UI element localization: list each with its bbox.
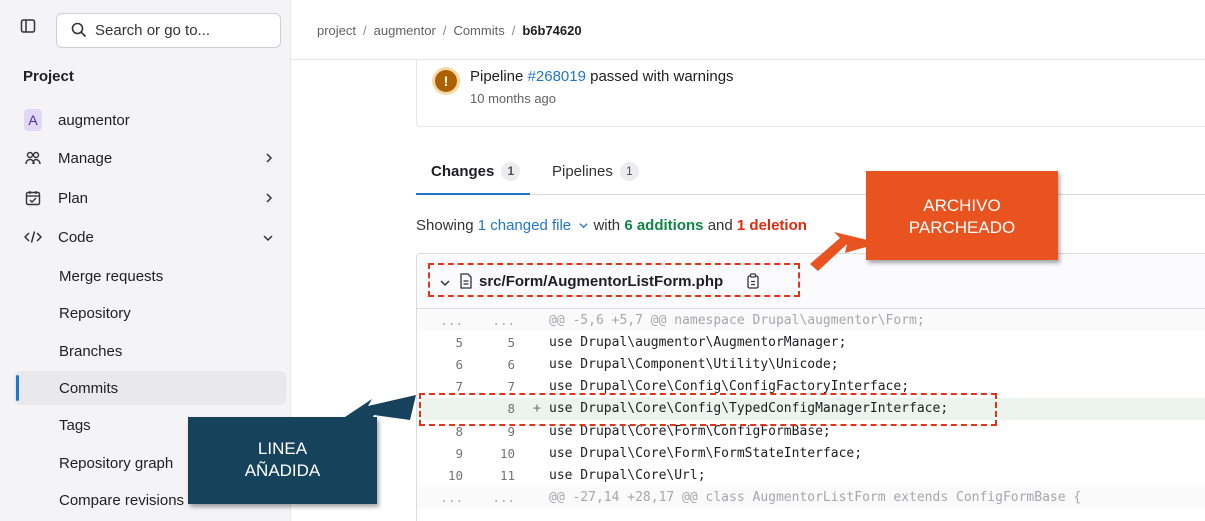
sidebar-item-branches[interactable]: Branches (14, 334, 286, 368)
pipeline-card: ! Pipeline #268019 passed with warnings … (416, 60, 1205, 127)
additions-count: 6 additions (624, 217, 704, 234)
sidebar-item-manage[interactable]: Manage (14, 141, 286, 175)
deletions-count: 1 deletion (736, 217, 807, 234)
breadcrumb-current: b6b74620 (522, 23, 582, 38)
section-title: Project (23, 68, 74, 85)
changes-count-badge: 1 (501, 162, 521, 181)
diff-summary: Showing 1 changed file with 6 additions … (416, 217, 807, 234)
project-avatar: A (24, 109, 42, 131)
pipeline-link[interactable]: #268019 (528, 68, 586, 85)
added-line-callout: LINEA AÑADIDA (188, 417, 377, 504)
diff-line: 5 5 use Drupal\augmentor\AugmentorManager; (455, 334, 847, 350)
sidebar-item-plan[interactable]: Plan (14, 181, 286, 215)
diff-line: 9 10 use Drupal\Core\Form\FormStateInterfa… (455, 445, 863, 461)
sidebar-item-merge-requests[interactable]: Merge requests (14, 259, 286, 293)
sidebar-item-code[interactable]: Code (14, 220, 286, 254)
commit-tabs: Changes 1 Pipelines 1 (416, 150, 1205, 195)
pipeline-status: Pipeline #268019 passed with warnings (470, 68, 734, 85)
tab-changes[interactable]: Changes 1 (431, 162, 521, 181)
sidebar-header: Search or go to... (0, 0, 291, 60)
code-icon (24, 228, 42, 246)
added-line-highlight (419, 393, 997, 426)
sidebar-item-repository[interactable]: Repository (14, 296, 286, 330)
search-button[interactable]: Search or go to... (56, 13, 281, 48)
sidebar-item-project[interactable]: A augmentor (14, 103, 286, 137)
users-icon (24, 149, 42, 167)
diff-hunk-header: ...... @@ -5,6 +5,7 @@ namespace Drupal\a… (417, 309, 1205, 332)
changed-files-dropdown[interactable]: 1 changed file (478, 217, 594, 234)
breadcrumb-augmentor[interactable]: augmentor (374, 23, 436, 38)
patched-file-highlight (428, 263, 800, 297)
active-tab-indicator (416, 193, 530, 195)
diff-hunk-header: ...... @@ -27,14 +28,17 @@ class Augmento… (417, 486, 1205, 509)
chevron-down-icon (262, 230, 274, 247)
pipelines-count-badge: 1 (619, 162, 639, 181)
pipeline-time: 10 months ago (470, 91, 557, 106)
sidebar-item-commits[interactable]: Commits (14, 371, 286, 405)
search-label: Search or go to... (95, 22, 211, 39)
breadcrumb-project[interactable]: project (317, 23, 356, 38)
breadcrumb: project / augmentor / Commits / b6b74620 (317, 23, 582, 38)
chevron-right-icon (264, 151, 274, 168)
sidebar-toggle-icon[interactable] (20, 18, 48, 44)
breadcrumb-commits[interactable]: Commits (453, 23, 504, 38)
tab-pipelines[interactable]: Pipelines 1 (552, 162, 639, 181)
warning-icon: ! (435, 70, 457, 92)
top-bar: project / augmentor / Commits / b6b74620 (291, 0, 1205, 60)
patched-file-callout: ARCHIVO PARCHEADO (866, 171, 1058, 260)
diff-line: 10 11 use Drupal\Core\Url; (447, 467, 706, 483)
calendar-icon (24, 189, 42, 207)
chevron-down-icon (579, 223, 588, 229)
diff-line: 6 6 use Drupal\Component\Utility\Unicode; (455, 356, 839, 372)
search-icon (71, 22, 87, 42)
chevron-right-icon (264, 191, 274, 208)
